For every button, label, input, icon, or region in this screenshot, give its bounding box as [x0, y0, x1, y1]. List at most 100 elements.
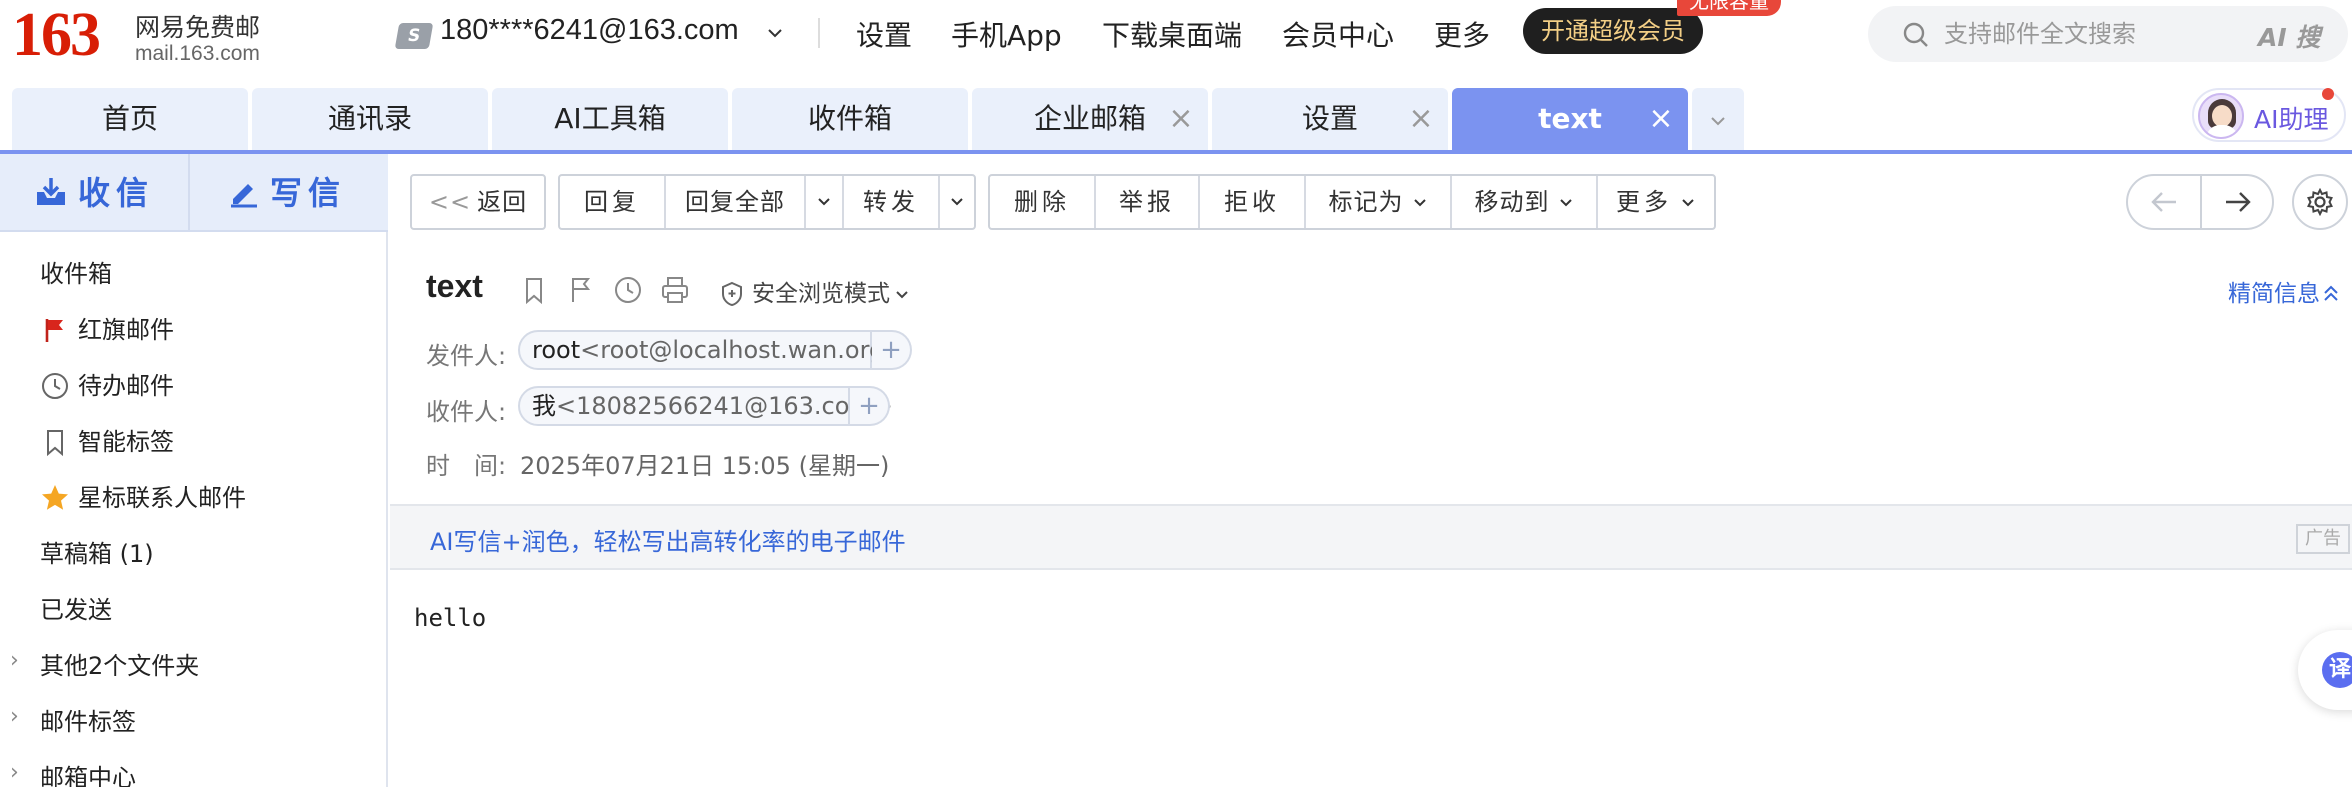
bookmark-icon[interactable]: [518, 274, 550, 306]
nav-settings[interactable]: 设置: [856, 14, 912, 54]
account-name[interactable]: 180****6241@163.com: [440, 14, 739, 47]
nav-download-desktop[interactable]: 下载桌面端: [1102, 14, 1242, 54]
tab-settings[interactable]: 设置 ×: [1212, 88, 1448, 150]
ad-link[interactable]: AI写信+润色，轻松写出高转化率的电子邮件: [430, 522, 906, 557]
tab-label: 通讯录: [327, 102, 412, 135]
close-icon[interactable]: ×: [1408, 88, 1434, 150]
sent-time: 2025年07月21日 15:05 (星期一): [520, 452, 890, 480]
tab-ai-toolbox[interactable]: AI工具箱: [492, 88, 728, 150]
tab-inbox[interactable]: 收件箱: [732, 88, 968, 150]
chevron-down-icon: [1711, 117, 1725, 126]
more-dropdown[interactable]: 更多: [1596, 176, 1714, 228]
close-icon[interactable]: ×: [1168, 88, 1194, 150]
back-arrow-icon: <<: [428, 188, 472, 216]
forward-options-dropdown[interactable]: [938, 176, 974, 228]
folder-other[interactable]: 其他2个文件夹: [40, 646, 199, 686]
mail-view: << 返回 回复 回复全部 转发 删除 举报 拒收 标记为 移动到 更多 text: [390, 154, 2352, 787]
nav-more[interactable]: 更多: [1434, 14, 1490, 54]
add-sender-contact-button[interactable]: +: [872, 330, 912, 370]
safe-browse-label: 安全浏览模式: [752, 281, 890, 307]
logo-number[interactable]: 163: [12, 0, 101, 70]
flag-icon[interactable]: [565, 274, 597, 306]
folder-red-flag[interactable]: 红旗邮件: [40, 310, 174, 350]
add-recipient-contact-button[interactable]: +: [850, 386, 890, 426]
tab-contacts[interactable]: 通讯录: [252, 88, 488, 150]
folder-mail-center[interactable]: 邮箱中心: [40, 758, 136, 787]
nav-member-center[interactable]: 会员中心: [1282, 14, 1394, 54]
reply-options-dropdown[interactable]: [804, 176, 842, 228]
delete-button[interactable]: 删除: [990, 176, 1094, 228]
sender-name: root: [532, 336, 581, 364]
notification-dot: [2322, 88, 2334, 100]
bookmark-icon: [47, 430, 63, 457]
folder-mail-tags[interactable]: 邮件标签: [40, 702, 136, 742]
move-to-dropdown[interactable]: 移动到: [1450, 176, 1596, 228]
arrow-left-icon[interactable]: [2150, 190, 2178, 214]
double-chevron-up-icon: [2324, 285, 2338, 301]
print-icon[interactable]: [659, 274, 691, 306]
clock-icon[interactable]: [612, 274, 644, 306]
mail-body: hello: [414, 604, 487, 632]
chevron-down-icon[interactable]: [764, 22, 786, 44]
chevron-right-icon[interactable]: ›: [10, 648, 19, 673]
to-label: 收件人:: [426, 398, 507, 426]
folder-smart-tags[interactable]: 智能标签: [40, 422, 174, 462]
simplify-info-toggle[interactable]: 精简信息: [2228, 274, 2340, 308]
folder-drafts[interactable]: 草稿箱 (1): [40, 534, 154, 574]
settings-button[interactable]: [2292, 174, 2348, 230]
tab-label: text: [1538, 102, 1602, 135]
folder-label: 智能标签: [78, 428, 174, 456]
folder-inbox[interactable]: 收件箱: [40, 254, 112, 294]
folder-sent[interactable]: 已发送: [40, 590, 112, 630]
back-label: 返回: [477, 188, 528, 216]
folder-starred-contacts[interactable]: 星标联系人邮件: [40, 478, 246, 518]
tab-label: 首页: [101, 102, 158, 135]
compose-button[interactable]: 写信: [192, 154, 382, 232]
pencil-icon: [230, 184, 257, 208]
search-box: AI 搜: [1868, 6, 2348, 62]
tab-mail-text[interactable]: text ×: [1452, 88, 1688, 150]
nav-mobile-app[interactable]: 手机App: [951, 14, 1062, 54]
safe-browse-dropdown[interactable]: 安全浏览模式: [720, 274, 918, 308]
forward-button[interactable]: 转发: [842, 176, 938, 228]
ad-banner: AI写信+润色，轻松写出高转化率的电子邮件 广告: [390, 504, 2352, 570]
mark-as-dropdown[interactable]: 标记为: [1304, 176, 1450, 228]
folder-todo[interactable]: 待办邮件: [40, 366, 174, 406]
top-header: 163 网易免费邮 mail.163.com S 180****6241@163…: [0, 0, 2352, 82]
chevron-right-icon[interactable]: ›: [10, 704, 19, 729]
ad-tag: 广告: [2296, 524, 2350, 554]
tab-overflow-button[interactable]: [1692, 88, 1744, 150]
ai-search-button[interactable]: AI 搜: [2258, 18, 2320, 54]
recipient-chip[interactable]: 我<18082566241@163.com>: [518, 386, 893, 426]
from-label: 发件人:: [426, 342, 507, 370]
recipient-name: 我: [532, 392, 556, 420]
logo-title[interactable]: 网易免费邮: [135, 8, 260, 44]
receive-button[interactable]: 收信: [0, 154, 190, 232]
compose-label: 写信: [269, 174, 346, 212]
reply-group: 回复 回复全部 转发: [558, 174, 976, 230]
reply-button[interactable]: 回复: [560, 176, 664, 228]
search-input[interactable]: [1944, 14, 2244, 54]
reject-button[interactable]: 拒收: [1198, 176, 1304, 228]
chevron-right-icon[interactable]: ›: [10, 760, 19, 785]
arrow-right-icon[interactable]: [2224, 190, 2252, 214]
report-button[interactable]: 举报: [1094, 176, 1198, 228]
tab-home[interactable]: 首页: [12, 88, 248, 150]
chevron-down-icon: [896, 291, 908, 299]
folder-label: 红旗邮件: [78, 316, 174, 344]
back-button[interactable]: << 返回: [410, 174, 546, 230]
sender-email: <root@localhost.wan.org>: [580, 336, 905, 364]
tab-enterprise-mail[interactable]: 企业邮箱 ×: [972, 88, 1208, 150]
gear-icon: [2307, 188, 2333, 216]
sender-chip[interactable]: root<root@localhost.wan.org>: [518, 330, 904, 370]
reply-all-button[interactable]: 回复全部: [664, 176, 804, 228]
tab-label: AI工具箱: [554, 102, 666, 135]
close-icon[interactable]: ×: [1648, 88, 1674, 150]
account-badge-icon: S: [394, 23, 434, 49]
logo-domain[interactable]: mail.163.com: [135, 42, 260, 66]
translate-icon: 译: [2322, 652, 2352, 688]
tab-label: 收件箱: [807, 102, 892, 135]
shield-icon: [722, 281, 742, 307]
vip-button[interactable]: 开通超级会员: [1523, 8, 1703, 54]
simplify-label: 精简信息: [2228, 281, 2320, 307]
